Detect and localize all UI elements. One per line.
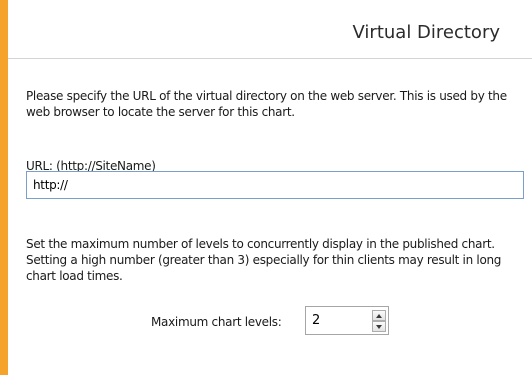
page-title: Virtual Directory — [352, 22, 501, 43]
wizard-header: Virtual Directory — [8, 0, 532, 59]
levels-description: Set the maximum number of levels to conc… — [26, 237, 502, 283]
max-chart-levels-label: Maximum chart levels: — [151, 315, 282, 329]
chevron-up-icon — [376, 313, 382, 318]
spin-down-button[interactable] — [372, 321, 386, 332]
chevron-down-icon — [376, 324, 382, 329]
max-chart-levels-value[interactable]: 2 — [312, 313, 320, 328]
window-frame-left — [0, 0, 8, 375]
url-input[interactable] — [26, 171, 524, 199]
wizard-window: Virtual Directory Please specify the URL… — [0, 0, 532, 375]
max-chart-levels-spinner[interactable]: 2 — [305, 306, 389, 335]
intro-text: Please specify the URL of the virtual di… — [26, 89, 507, 119]
spin-up-button[interactable] — [372, 310, 386, 321]
